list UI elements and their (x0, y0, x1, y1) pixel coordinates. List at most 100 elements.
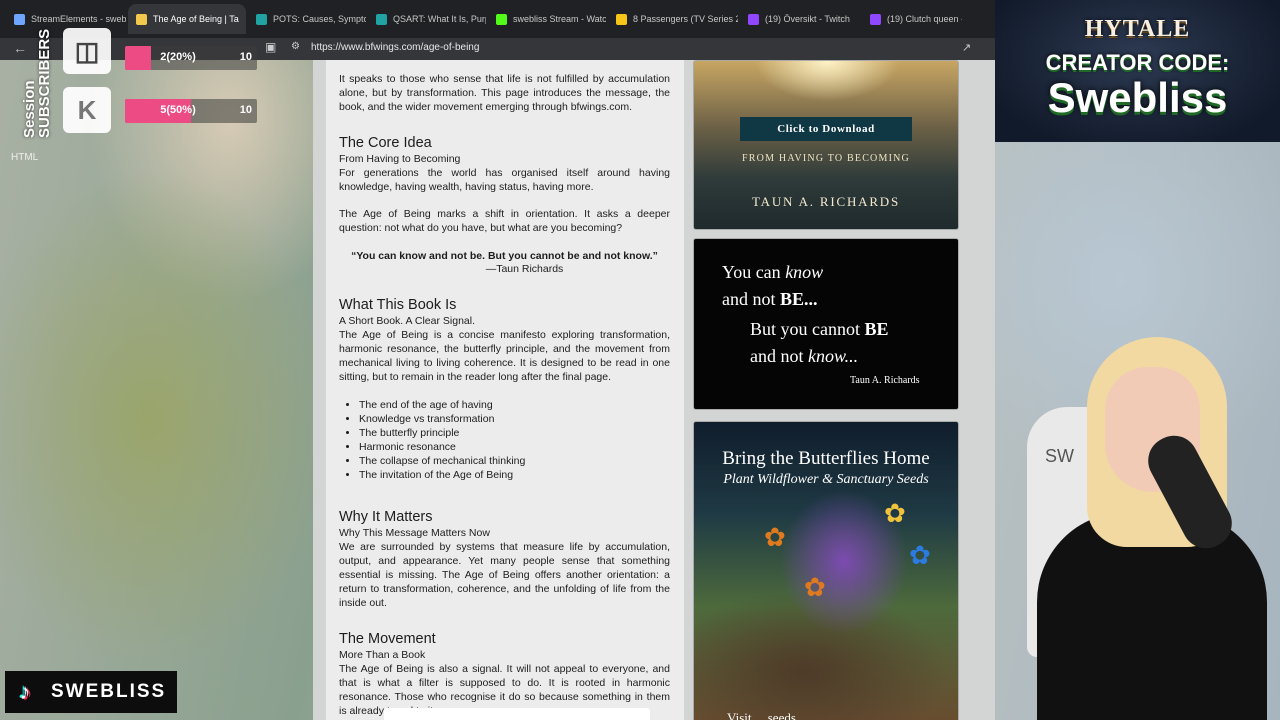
browser-tab[interactable]: The Age of Being | Ta× (128, 4, 246, 34)
tab-label: swebliss Stream - Watch L (513, 14, 606, 24)
kick-sub-goal-bar: 5(50%) 10 (125, 99, 257, 123)
intro-paragraph: It speaks to those who sense that life i… (339, 73, 670, 113)
paragraph: We are surrounded by systems that measur… (339, 541, 670, 609)
list-item: The invitation of the Age of Being (359, 468, 670, 482)
quote-line: and not know... (750, 345, 858, 367)
section-subheading: A Short Book. A Clear Signal. (339, 315, 475, 327)
book-subtitle: FROM HAVING TO BECOMING (742, 153, 910, 164)
hytale-creator-code-banner: HYTALE CREATOR CODE: Swebliss (995, 0, 1280, 142)
quote-author: —Taun Richards (485, 263, 564, 275)
creator-code-name: Swebliss (1047, 74, 1228, 121)
browser-tab[interactable]: QSART: What It Is, Purpos (368, 4, 486, 34)
quote-emphasis: know (785, 262, 824, 282)
download-button[interactable]: Click to Download (740, 117, 912, 141)
quote-card[interactable]: You can know and not BE... But you canno… (693, 238, 959, 410)
browser-tab[interactable]: (19) Översikt - Twitch (740, 4, 860, 34)
session-subscribers-label: Session SUBSCRIBERS (21, 28, 53, 138)
quote-text: You can (722, 262, 786, 282)
tab-favicon-icon (616, 13, 627, 25)
web-page: It speaks to those who sense that life i… (313, 60, 995, 720)
session-label-line: Session (21, 80, 38, 138)
list-item: The end of the age of having (359, 398, 670, 412)
tab-label: (19) Översikt - Twitch (765, 14, 850, 24)
tiktok-icon: ♪ (19, 679, 31, 704)
chair-logo-text: SW (1045, 446, 1074, 466)
list-item: Harmonic resonance (359, 440, 670, 454)
section-heading-book: What This Book Is (339, 297, 457, 313)
butterfly-icon: ✿ (764, 522, 786, 552)
browser-tab[interactable]: swebliss Stream - Watch L (488, 4, 606, 34)
tiktok-handle-overlay: ♪ SWEBLISS (5, 671, 177, 713)
article-column: It speaks to those who sense that life i… (326, 60, 684, 720)
quote-text: and not (750, 346, 808, 366)
section-subheading: Why This Message Matters Now (339, 527, 490, 539)
topic-list: The end of the age of having Knowledge v… (359, 398, 670, 482)
section-subheading: From Having to Becoming (339, 153, 461, 165)
html-source-label: HTML (11, 152, 39, 163)
pull-quote: “You can know and not be. But you cannot… (351, 250, 658, 262)
share-icon[interactable]: ↗ (962, 41, 971, 54)
floating-input-bar[interactable] (384, 708, 650, 720)
butterfly-icon: ✿ (909, 540, 931, 570)
quote-signature: Taun A. Richards (850, 375, 920, 386)
seeds-subtitle: Plant Wildflower & Sanctuary Seeds (723, 472, 929, 487)
section-heading-why: Why It Matters (339, 509, 433, 525)
kick-logo-icon: K (63, 87, 111, 133)
browser-tab[interactable]: (19) Clutch queen - Tw (862, 4, 962, 34)
paragraph: The Age of Being marks a shift in orient… (339, 208, 670, 234)
quote-emphasis: know... (808, 346, 859, 366)
section-heading-core: The Core Idea (339, 135, 432, 151)
paragraph: The Age of Being is a concise manifesto … (339, 329, 670, 383)
site-info-icon[interactable]: ⚙ (291, 41, 300, 52)
hytale-logo: HYTALE (1084, 16, 1191, 42)
tab-favicon-icon (748, 13, 759, 25)
seeds-caption: Visit ... seeds (727, 710, 796, 720)
quote-text: and not (722, 289, 780, 309)
bookmark-icon[interactable]: ▣ (265, 40, 276, 54)
subscribers-label-line: SUBSCRIBERS (36, 28, 53, 138)
tab-favicon-icon (256, 13, 267, 25)
paragraph: For generations the world has organised … (339, 167, 670, 193)
seeds-ad-card[interactable]: Bring the Butterflies Home Plant Wildflo… (693, 421, 959, 720)
list-item: The butterfly principle (359, 426, 670, 440)
section-heading-movement: The Movement (339, 631, 436, 647)
tab-label: The Age of Being | Ta (153, 14, 239, 24)
tiktok-name: SWEBLISS (51, 681, 167, 702)
quote-text: But you cannot (750, 319, 865, 339)
tab-label: (19) Clutch queen - Tw (887, 14, 962, 24)
book-download-card[interactable]: Click to Download FROM HAVING TO BECOMIN… (693, 60, 959, 230)
tab-favicon-icon (870, 13, 881, 25)
butterfly-icon: ✿ (884, 498, 906, 528)
browser-tab-strip: StreamElements - sweblissThe Age of Bein… (0, 0, 995, 38)
tab-favicon-icon (14, 13, 25, 25)
quote-line: and not BE... (722, 288, 818, 310)
goal-value: 2(20%) (160, 51, 196, 63)
quote-line: But you cannot BE (750, 318, 889, 340)
tab-label: QSART: What It Is, Purpos (393, 14, 486, 24)
browser-tab[interactable]: POTS: Causes, Symptoms, (248, 4, 366, 34)
goal-target: 10 (239, 104, 252, 116)
quote-line: You can know (722, 261, 823, 283)
seeds-title: Bring the Butterflies Home (722, 448, 930, 469)
butterfly-icon: ✿ (804, 572, 826, 602)
tab-favicon-icon (376, 13, 387, 25)
tab-label: POTS: Causes, Symptoms, (273, 14, 366, 24)
goal-value: 5(50%) (160, 104, 196, 116)
book-author: TAUN A. RICHARDS (751, 194, 901, 209)
tab-favicon-icon (136, 13, 147, 25)
section-subheading: More Than a Book (339, 649, 426, 661)
twitch-logo-icon: ◫ (63, 28, 111, 74)
tab-label: StreamElements - swebliss (31, 14, 126, 24)
tab-label: 8 Passengers (TV Series 20 (633, 14, 738, 24)
list-item: Knowledge vs transformation (359, 412, 670, 426)
list-item: The collapse of mechanical thinking (359, 454, 670, 468)
quote-emphasis: BE... (780, 289, 818, 309)
twitch-sub-goal-bar: 2(20%) 10 (125, 46, 257, 70)
creator-code-label: CREATOR CODE: (1045, 50, 1230, 75)
webcam-feed: SW (995, 142, 1280, 720)
goal-target: 10 (239, 51, 252, 63)
browser-tab[interactable]: 8 Passengers (TV Series 20 (608, 4, 738, 34)
tab-favicon-icon (496, 13, 507, 25)
address-bar-url[interactable]: https://www.bfwings.com/age-of-being (311, 42, 479, 53)
quote-emphasis: BE (864, 319, 889, 339)
